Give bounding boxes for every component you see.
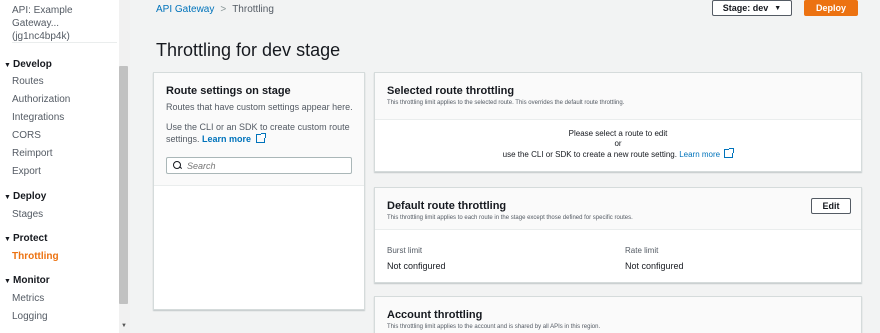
burst-limit-value: Not configured bbox=[387, 261, 446, 271]
search-icon bbox=[173, 161, 182, 170]
section-monitor[interactable]: ▼ Monitor bbox=[4, 275, 50, 286]
account-throttling-subtitle: This throttling limit applies to the acc… bbox=[387, 324, 601, 330]
sidebar-item-export[interactable]: Export bbox=[12, 166, 41, 177]
learn-more-link[interactable]: Learn more bbox=[679, 148, 735, 159]
select-route-prompt: Please select a route to edit bbox=[568, 129, 668, 138]
route-settings-description: Routes that have custom settings appear … bbox=[166, 102, 353, 112]
caret-down-icon: ▼ bbox=[4, 194, 11, 201]
selected-route-panel: Selected route throttling This throttlin… bbox=[374, 72, 862, 172]
caret-down-icon: ▼ bbox=[774, 4, 782, 12]
sidebar-nav: API: Example Gateway... (jg1nc4bp4k) ▼ De… bbox=[0, 0, 130, 333]
route-settings-title: Route settings on stage bbox=[166, 85, 291, 97]
account-throttling-header: Account throttling This throttling limit… bbox=[375, 297, 861, 333]
default-route-header: Default route throttling This throttling… bbox=[375, 188, 861, 230]
sidebar-item-throttling[interactable]: Throttling bbox=[12, 251, 59, 262]
selected-route-title: Selected route throttling bbox=[387, 85, 515, 97]
selected-route-header: Selected route throttling This throttlin… bbox=[375, 73, 861, 120]
deploy-button[interactable]: Deploy bbox=[804, 0, 858, 16]
selected-route-subtitle: This throttling limit applies to the sel… bbox=[387, 100, 625, 106]
section-deploy[interactable]: ▼ Deploy bbox=[4, 191, 46, 202]
chevron-right-icon: > bbox=[220, 4, 227, 15]
external-link-icon bbox=[255, 133, 266, 143]
sidebar-item-authorization[interactable]: Authorization bbox=[12, 94, 70, 105]
scrollbar-thumb[interactable] bbox=[119, 66, 128, 304]
or-text: or bbox=[614, 139, 622, 148]
scroll-down-arrow-icon[interactable]: ▼ bbox=[121, 323, 127, 329]
breadcrumb-current: Throttling bbox=[232, 4, 274, 15]
api-name: API: Example Gateway... bbox=[12, 5, 73, 29]
sidebar-divider bbox=[12, 42, 117, 43]
sidebar-item-cors[interactable]: CORS bbox=[12, 130, 41, 141]
rate-limit-value: Not configured bbox=[625, 261, 684, 271]
section-protect[interactable]: ▼ Protect bbox=[4, 233, 47, 244]
external-link-icon bbox=[724, 148, 735, 158]
sidebar-item-stages[interactable]: Stages bbox=[12, 209, 43, 220]
api-name-label: API: Example Gateway... (jg1nc4bp4k) bbox=[12, 4, 122, 43]
sidebar-item-logging[interactable]: Logging bbox=[12, 311, 48, 322]
route-search[interactable] bbox=[166, 157, 352, 174]
default-route-title: Default route throttling bbox=[387, 200, 507, 212]
stage-select-button[interactable]: Stage: dev ▼ bbox=[712, 0, 792, 16]
section-develop[interactable]: ▼ Develop bbox=[4, 59, 52, 70]
route-settings-cli-text: Use the CLI or an SDK to create custom r… bbox=[166, 122, 350, 144]
sidebar-item-routes[interactable]: Routes bbox=[12, 76, 44, 87]
search-input[interactable] bbox=[187, 160, 347, 171]
caret-down-icon: ▼ bbox=[4, 62, 11, 69]
route-settings-panel: Route settings on stage Routes that have… bbox=[153, 72, 365, 310]
edit-button[interactable]: Edit bbox=[811, 198, 851, 214]
default-route-subtitle: This throttling limit applies to each ro… bbox=[387, 215, 633, 221]
breadcrumb: API Gateway > Throttling bbox=[156, 4, 274, 15]
rate-limit-label: Rate limit bbox=[625, 246, 659, 255]
default-route-panel: Default route throttling This throttling… bbox=[374, 187, 862, 283]
page-title: Throttling for dev stage bbox=[156, 40, 341, 60]
sidebar-item-metrics[interactable]: Metrics bbox=[12, 293, 44, 304]
route-settings-header: Route settings on stage Routes that have… bbox=[154, 73, 364, 186]
learn-more-link[interactable]: Learn more bbox=[202, 133, 266, 144]
account-throttling-panel: Account throttling This throttling limit… bbox=[374, 296, 862, 333]
sidebar-item-reimport[interactable]: Reimport bbox=[12, 148, 53, 159]
burst-limit-label: Burst limit bbox=[387, 246, 423, 255]
sidebar-item-integrations[interactable]: Integrations bbox=[12, 112, 64, 123]
breadcrumb-api-gateway[interactable]: API Gateway bbox=[156, 4, 214, 15]
selected-route-body: Please select a route to edit or use the… bbox=[375, 129, 861, 160]
caret-down-icon: ▼ bbox=[4, 236, 11, 243]
account-throttling-title: Account throttling bbox=[387, 309, 483, 321]
cli-text: use the CLI or SDK to create a new route… bbox=[375, 148, 861, 160]
caret-down-icon: ▼ bbox=[4, 278, 11, 285]
